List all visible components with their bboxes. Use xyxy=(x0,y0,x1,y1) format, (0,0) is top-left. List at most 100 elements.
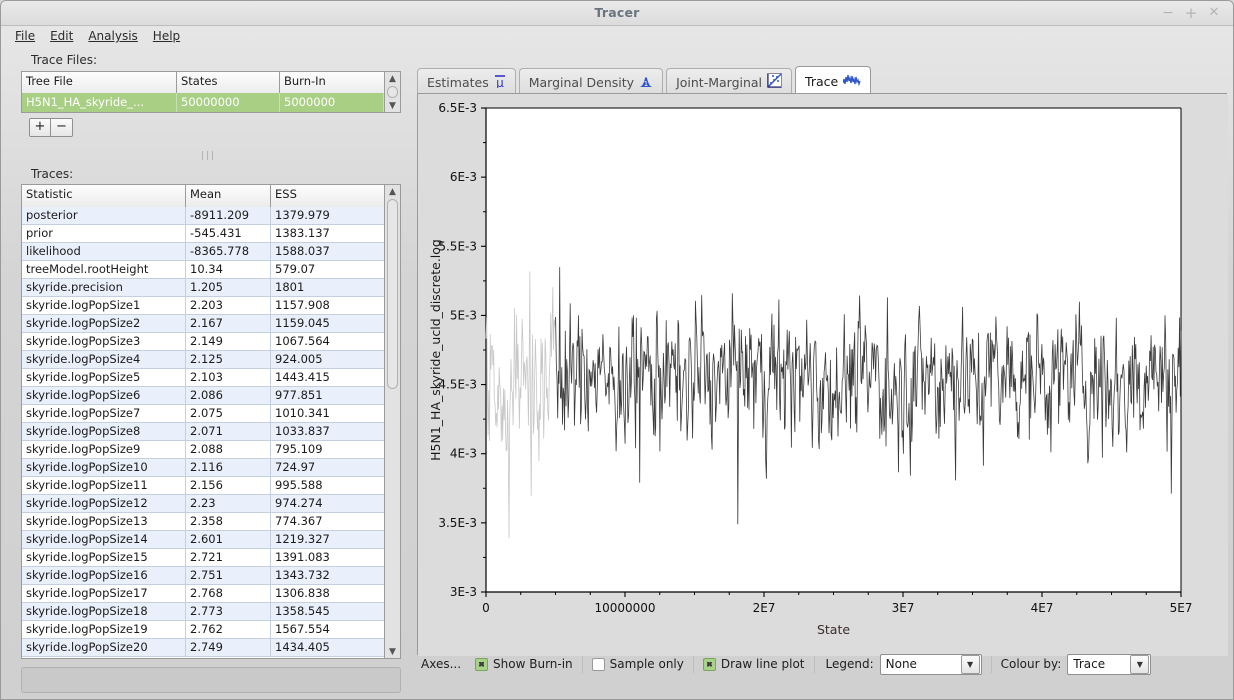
table-row[interactable]: prior -545.431 1383.137 xyxy=(22,225,384,243)
legend-value: None xyxy=(885,657,917,671)
cell-ess: 1434.405 xyxy=(275,640,330,654)
cell-mean: 2.071 xyxy=(186,423,271,440)
table-row[interactable]: skyride.logPopSize12 2.23 974.274 xyxy=(22,495,384,513)
cell-ess: 579.07 xyxy=(275,262,316,276)
table-row[interactable]: skyride.logPopSize7 2.075 1010.341 xyxy=(22,405,384,423)
svg-text:5E-3: 5E-3 xyxy=(450,308,477,322)
cell-mean: 2.762 xyxy=(186,621,271,638)
table-row[interactable]: skyride.logPopSize19 2.762 1567.554 xyxy=(22,621,384,639)
remove-trace-file-button[interactable]: − xyxy=(51,119,72,136)
table-row[interactable]: skyride.logPopSize14 2.601 1219.327 xyxy=(22,531,384,549)
table-row[interactable]: skyride.logPopSize18 2.773 1358.545 xyxy=(22,603,384,621)
trace-file-row[interactable]: H5N1_HA_skyride_... 50000000 5000000 xyxy=(22,93,384,112)
scroll-up-icon[interactable]: ▲ xyxy=(386,72,400,85)
right-panel: Estimates μ Marginal Density 1 Joint-Mar… xyxy=(417,57,1229,693)
chart-controls-bar: Axes... Show Burn-in Sample only Draw li… xyxy=(421,649,1227,679)
menu-edit[interactable]: Edit xyxy=(44,28,79,46)
minimize-icon[interactable]: − xyxy=(1159,5,1177,22)
tab-estimates[interactable]: Estimates μ xyxy=(417,68,516,95)
table-row[interactable]: skyride.logPopSize15 2.721 1391.083 xyxy=(22,549,384,567)
scrollbar-thumb[interactable] xyxy=(387,86,398,98)
cell-burn-in: 5000000 xyxy=(280,93,384,112)
tracer-window: Tracer − + ✕ File Edit Analysis Help Tra… xyxy=(0,0,1234,700)
scroll-down-icon[interactable]: ▼ xyxy=(386,99,400,112)
tab-marginal-density[interactable]: Marginal Density 1 xyxy=(518,68,664,95)
table-row[interactable]: skyride.logPopSize6 2.086 977.851 xyxy=(22,387,384,405)
scrollbar-thumb[interactable] xyxy=(387,199,398,389)
checkbox-checked-icon xyxy=(475,657,489,671)
axes-button[interactable]: Axes... xyxy=(421,657,461,671)
cell-statistic: skyride.logPopSize1 xyxy=(22,297,186,314)
cell-statistic: skyride.logPopSize16 xyxy=(22,567,186,584)
trace-files-scrollbar[interactable]: ▲ ▼ xyxy=(385,71,401,113)
table-row[interactable]: skyride.logPopSize20 2.749 1434.405 xyxy=(22,639,384,657)
scatter-plot-icon xyxy=(767,73,783,91)
column-header-burn-in[interactable]: Burn-In xyxy=(280,72,384,93)
trace-chart[interactable]: 3E-3 3.5E-3 4E-3 4.5E-3 5E-3 5.5E-3 6E-3 6.5E-3… xyxy=(417,93,1228,656)
table-row[interactable]: skyride.logPopSize1 2.203 1157.908 xyxy=(22,297,384,315)
cell-statistic: skyride.logPopSize6 xyxy=(22,387,186,404)
svg-text:1: 1 xyxy=(644,80,648,88)
tab-joint-marginal[interactable]: Joint-Marginal xyxy=(666,68,793,95)
tab-trace[interactable]: Trace xyxy=(795,66,872,95)
colour-by-value: Trace xyxy=(1073,657,1106,671)
cell-statistic: skyride.logPopSize4 xyxy=(22,351,186,368)
chevron-down-icon[interactable]: ▼ xyxy=(960,654,980,674)
traces-label: Traces: xyxy=(31,167,74,181)
sample-only-checkbox[interactable]: Sample only xyxy=(591,657,684,671)
maximize-icon[interactable]: + xyxy=(1182,5,1200,22)
show-burnin-checkbox[interactable]: Show Burn-in xyxy=(475,657,573,671)
column-header-ess[interactable]: ESS xyxy=(271,185,384,207)
show-burnin-label: Show Burn-in xyxy=(493,657,573,671)
table-row[interactable]: skyride.logPopSize8 2.071 1033.837 xyxy=(22,423,384,441)
menu-analysis-label: Analysis xyxy=(88,29,138,43)
table-row[interactable]: skyride.logPopSize11 2.156 995.588 xyxy=(22,477,384,495)
cell-ess: 995.588 xyxy=(275,478,323,492)
chevron-down-icon[interactable]: ▼ xyxy=(1130,654,1150,674)
table-row[interactable]: skyride.logPopSize2 2.167 1159.045 xyxy=(22,315,384,333)
cell-ess: 1391.083 xyxy=(275,550,330,564)
svg-text:3.5E-3: 3.5E-3 xyxy=(438,516,477,530)
cell-statistic: treeModel.rootHeight xyxy=(22,261,186,278)
menu-help[interactable]: Help xyxy=(147,28,186,46)
svg-text:4.5E-3: 4.5E-3 xyxy=(438,378,477,392)
table-row[interactable]: treeModel.rootHeight 10.34 579.07 xyxy=(22,261,384,279)
table-row[interactable]: likelihood -8365.778 1588.037 xyxy=(22,243,384,261)
table-row[interactable]: skyride.logPopSize10 2.116 724.97 xyxy=(22,459,384,477)
table-row[interactable]: skyride.logPopSize9 2.088 795.109 xyxy=(22,441,384,459)
cell-statistic: skyride.logPopSize17 xyxy=(22,585,186,602)
column-header-tree-file[interactable]: Tree File xyxy=(22,72,177,93)
column-header-states[interactable]: States xyxy=(177,72,280,93)
legend-dropdown[interactable]: None ▼ xyxy=(879,653,982,675)
table-row[interactable]: skyride.logPopSize17 2.768 1306.838 xyxy=(22,585,384,603)
table-row[interactable]: skyride.logPopSize16 2.751 1343.732 xyxy=(22,567,384,585)
traces-scrollbar[interactable]: ▲ ▼ xyxy=(385,184,401,659)
table-row[interactable]: skyride.logPopSize13 2.358 774.367 xyxy=(22,513,384,531)
menu-file[interactable]: File xyxy=(9,28,41,46)
close-icon[interactable]: ✕ xyxy=(1205,5,1223,22)
cell-statistic: skyride.logPopSize19 xyxy=(22,621,186,638)
menu-analysis[interactable]: Analysis xyxy=(82,28,143,46)
table-row[interactable]: skyride.logPopSize3 2.149 1067.564 xyxy=(22,333,384,351)
divider xyxy=(692,655,694,673)
column-header-mean[interactable]: Mean xyxy=(186,185,271,207)
scroll-down-icon[interactable]: ▼ xyxy=(386,645,400,658)
checkbox-checked-icon xyxy=(702,657,716,671)
table-row[interactable]: skyride.logPopSize4 2.125 924.005 xyxy=(22,351,384,369)
cell-states: 50000000 xyxy=(177,93,280,112)
colour-by-dropdown[interactable]: Trace ▼ xyxy=(1067,653,1152,675)
split-pane-divider[interactable]: ||| xyxy=(7,149,410,163)
cell-ess: 1567.554 xyxy=(275,622,330,636)
scroll-up-icon[interactable]: ▲ xyxy=(386,185,400,198)
table-row[interactable]: skyride.precision 1.205 1801 xyxy=(22,279,384,297)
column-header-statistic[interactable]: Statistic xyxy=(22,185,186,207)
add-trace-file-button[interactable]: + xyxy=(30,119,51,136)
cell-mean: -8365.778 xyxy=(186,243,271,260)
table-row[interactable]: posterior -8911.209 1379.979 xyxy=(22,207,384,225)
table-row[interactable]: skyride.logPopSize5 2.103 1443.415 xyxy=(22,369,384,387)
cell-ess: 724.97 xyxy=(275,460,316,474)
cell-mean: 10.34 xyxy=(186,261,271,278)
cell-mean: 2.23 xyxy=(186,495,271,512)
draw-line-plot-checkbox[interactable]: Draw line plot xyxy=(702,657,805,671)
cell-ess: 974.274 xyxy=(275,496,323,510)
